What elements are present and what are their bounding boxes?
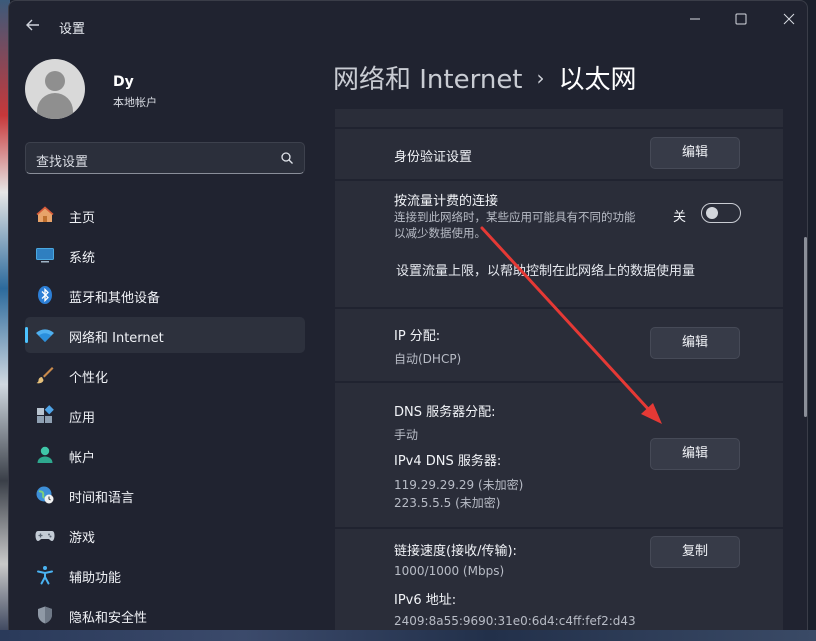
search-input[interactable]: 查找设置 xyxy=(36,151,88,170)
maximize-icon xyxy=(735,13,747,25)
sidebar-nav: 主页 系统 蓝牙和其他设备 网络和 Internet 个性化 应用 帐户 时间和… xyxy=(25,197,305,637)
ip-assignment-value: 自动(DHCP) xyxy=(394,352,462,366)
breadcrumb: 网络和 Internet › 以太网 xyxy=(333,59,637,96)
auth-settings-label: 身份验证设置 xyxy=(394,150,473,165)
ip-assignment-label: IP 分配: xyxy=(394,329,441,344)
minimize-button[interactable] xyxy=(681,9,709,29)
close-icon xyxy=(783,13,795,25)
brush-icon xyxy=(36,367,54,384)
sidebar-item-personalization[interactable]: 个性化 xyxy=(25,357,305,393)
taskbar-peek xyxy=(0,630,816,641)
metered-connection-label: 按流量计费的连接 xyxy=(394,194,499,209)
minimize-icon xyxy=(690,18,700,20)
account-icon xyxy=(37,446,53,463)
back-button[interactable] xyxy=(21,13,45,37)
user-name: Dy xyxy=(113,74,134,90)
sidebar-item-privacy[interactable]: 隐私和安全性 xyxy=(25,597,305,633)
metered-toggle-state: 关 xyxy=(673,210,687,225)
sidebar-item-label: 游戏 xyxy=(69,531,96,546)
app-title: 设置 xyxy=(59,22,86,37)
bluetooth-icon xyxy=(38,286,52,304)
ipv6-address-label: IPv6 地址: xyxy=(394,593,457,608)
search-box[interactable]: 查找设置 xyxy=(25,142,305,174)
ipv4-dns-server-2: 223.5.5.5 (未加密) xyxy=(394,496,501,510)
page-title: 以太网 xyxy=(558,65,637,95)
ipv4-dns-server-1: 119.29.29.29 (未加密) xyxy=(394,478,524,492)
user-profile[interactable]: Dy 本地帐户 xyxy=(25,59,157,119)
avatar xyxy=(25,59,85,119)
maximize-button[interactable] xyxy=(727,9,755,29)
sidebar-item-label: 个性化 xyxy=(69,371,109,386)
sidebar-item-network[interactable]: 网络和 Internet xyxy=(25,317,305,353)
ipv4-dns-label: IPv4 DNS 服务器: xyxy=(394,454,502,469)
back-arrow-icon xyxy=(26,19,39,31)
sidebar-item-system[interactable]: 系统 xyxy=(25,237,305,273)
metered-connection-desc-2: 以减少数据使用。 xyxy=(394,226,486,240)
data-limit-link[interactable]: 设置流量上限，以帮助控制在此网络上的数据使用量 xyxy=(396,260,695,279)
sidebar-item-bluetooth[interactable]: 蓝牙和其他设备 xyxy=(25,277,305,313)
ipv6-address-value: 2409:8a55:9690:31e0:6d4:c4ff:fef2:d43 xyxy=(394,614,636,628)
close-button[interactable] xyxy=(775,9,803,29)
scrollbar[interactable] xyxy=(804,237,807,417)
accessibility-icon xyxy=(37,566,53,585)
sidebar-item-label: 时间和语言 xyxy=(69,491,135,506)
dns-assignment-value: 手动 xyxy=(394,428,419,442)
monitor-icon xyxy=(36,248,54,263)
sidebar-item-label: 网络和 Internet xyxy=(69,331,164,346)
home-icon xyxy=(36,206,54,222)
apps-icon xyxy=(37,405,54,423)
link-speed-value: 1000/1000 (Mbps) xyxy=(394,564,505,578)
copy-button[interactable]: 复制 xyxy=(650,536,740,568)
shield-icon xyxy=(38,606,52,624)
ip-assignment-card: IP 分配: 自动(DHCP) 编辑 xyxy=(335,309,783,381)
account-type: 本地帐户 xyxy=(113,96,157,109)
globe-clock-icon xyxy=(36,486,54,504)
toggle-knob xyxy=(706,207,718,219)
settings-window: 设置 Dy 本地帐户 查找设置 主页 系统 蓝牙和其他设备 网络和 Intern… xyxy=(8,0,808,641)
auth-settings-card: 身份验证设置 编辑 xyxy=(335,129,783,179)
sidebar-item-label: 应用 xyxy=(69,411,96,426)
ip-edit-button[interactable]: 编辑 xyxy=(650,327,740,359)
link-speed-label: 链接速度(接收/传输): xyxy=(394,544,517,559)
auth-edit-button[interactable]: 编辑 xyxy=(650,137,740,169)
settings-card-top xyxy=(335,109,783,127)
settings-content: 身份验证设置 编辑 按流量计费的连接 连接到此网络时，某些应用可能具有不同的功能… xyxy=(335,109,783,640)
sidebar-item-time-language[interactable]: 时间和语言 xyxy=(25,477,305,513)
breadcrumb-parent[interactable]: 网络和 Internet xyxy=(333,65,523,95)
link-properties-card: 链接速度(接收/传输): 1000/1000 (Mbps) IPv6 地址: 2… xyxy=(335,529,783,640)
gamepad-icon xyxy=(35,531,55,541)
sidebar-item-accounts[interactable]: 帐户 xyxy=(25,437,305,473)
dns-assignment-label: DNS 服务器分配: xyxy=(394,405,496,420)
metered-connection-toggle[interactable] xyxy=(701,203,741,223)
sidebar-item-label: 帐户 xyxy=(69,451,96,466)
dns-card: DNS 服务器分配: 手动 IPv4 DNS 服务器: 119.29.29.29… xyxy=(335,383,783,527)
sidebar-item-label: 主页 xyxy=(69,211,96,226)
sidebar-item-gaming[interactable]: 游戏 xyxy=(25,517,305,553)
sidebar-item-label: 隐私和安全性 xyxy=(69,611,148,626)
search-icon[interactable] xyxy=(280,151,294,165)
metered-connection-desc-1: 连接到此网络时，某些应用可能具有不同的功能 xyxy=(394,210,636,224)
metered-connection-card: 按流量计费的连接 连接到此网络时，某些应用可能具有不同的功能 以减少数据使用。 … xyxy=(335,181,783,307)
breadcrumb-separator: › xyxy=(536,66,545,90)
title-bar: 设置 xyxy=(9,1,807,49)
sidebar-item-label: 辅助功能 xyxy=(69,571,122,586)
sidebar-item-home[interactable]: 主页 xyxy=(25,197,305,233)
sidebar-item-accessibility[interactable]: 辅助功能 xyxy=(25,557,305,593)
dns-edit-button[interactable]: 编辑 xyxy=(650,438,740,470)
sidebar-item-label: 蓝牙和其他设备 xyxy=(69,291,161,306)
wifi-icon xyxy=(36,329,54,342)
sidebar-item-apps[interactable]: 应用 xyxy=(25,397,305,433)
sidebar-item-label: 系统 xyxy=(69,251,96,266)
